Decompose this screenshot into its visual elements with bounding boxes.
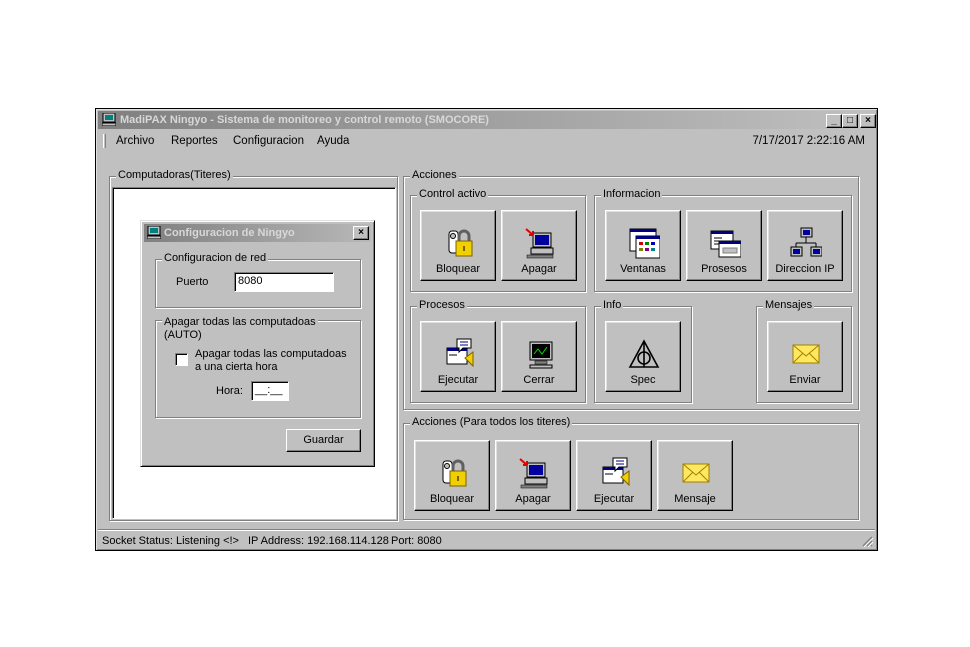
todos-ejecutar-button[interactable]: Ejecutar xyxy=(576,440,652,511)
apagar-group-label-line1: Apagar todas las computadoas xyxy=(164,316,316,328)
procesos-label: Procesos xyxy=(417,299,467,311)
todos-mensaje-button[interactable]: Mensaje xyxy=(657,440,733,511)
title-bar[interactable]: MadiPAX Ningyo - Sistema de monitoreo y … xyxy=(98,111,876,129)
todos-apagar-label: Apagar xyxy=(515,493,551,505)
prosesos-button[interactable]: Prosesos xyxy=(686,210,762,281)
config-dialog: Configuracion de Ningyo × Configuracion … xyxy=(140,220,375,467)
status-bar: Socket Status: Listening <!> IP Address:… xyxy=(98,529,875,549)
envelope-icon xyxy=(682,463,710,483)
lock-icon xyxy=(447,229,474,258)
maximize-button[interactable]: □ xyxy=(842,114,858,128)
resize-grip-icon[interactable] xyxy=(861,535,873,547)
todos-bloquear-button[interactable]: Bloquear xyxy=(414,440,490,511)
app-icon xyxy=(102,113,116,126)
close-program-icon xyxy=(529,341,553,369)
control-activo-label: Control activo xyxy=(417,188,489,200)
ventanas-button[interactable]: Ventanas xyxy=(605,210,681,281)
port-status: Port: 8080 xyxy=(391,535,442,547)
hora-label: Hora: xyxy=(216,385,243,397)
dialog-title-bar[interactable]: Configuracion de Ningyo × xyxy=(144,224,371,242)
auto-shutdown-checkbox[interactable] xyxy=(175,353,188,366)
todos-mensaje-label: Mensaje xyxy=(674,493,716,505)
auto-shutdown-label-line2: a una cierta hora xyxy=(195,361,278,373)
dialog-close-button[interactable]: × xyxy=(353,226,369,240)
bloquear-label: Bloquear xyxy=(435,263,481,275)
todos-bloquear-label: Bloquear xyxy=(429,493,475,505)
auto-shutdown-label-line1: Apagar todas las computadoas xyxy=(195,348,347,360)
red-group-label: Configuracion de red xyxy=(162,252,269,264)
cerrar-label: Cerrar xyxy=(523,374,555,386)
apagar-label: Apagar xyxy=(521,263,557,275)
bloquear-button[interactable]: Bloquear xyxy=(420,210,496,281)
apagar-group-label-line2: (AUTO) xyxy=(164,329,202,341)
run-program-icon xyxy=(446,338,474,367)
auto-shutdown-label: Apagar todas las computadoas a una ciert… xyxy=(195,348,347,374)
menu-grip xyxy=(103,134,106,148)
spec-button[interactable]: Spec xyxy=(605,321,681,392)
close-button[interactable]: × xyxy=(860,114,876,128)
cerrar-button[interactable]: Cerrar xyxy=(501,321,577,392)
prosesos-label: Prosesos xyxy=(701,263,747,275)
shutdown-computer-icon xyxy=(519,458,548,489)
spec-icon xyxy=(629,340,659,368)
menu-reportes[interactable]: Reportes xyxy=(171,135,218,147)
todos-apagar-button[interactable]: Apagar xyxy=(495,440,571,511)
clock: 7/17/2017 2:22:16 AM xyxy=(752,135,865,147)
lock-icon xyxy=(441,459,468,488)
ejecutar-button[interactable]: Ejecutar xyxy=(420,321,496,392)
menu-bar: Archivo Reportes Configuracion Ayuda 7/1… xyxy=(98,131,875,150)
run-program-icon xyxy=(602,457,630,486)
shutdown-computer-icon xyxy=(525,228,554,259)
computadoras-label: Computadoras(Titeres) xyxy=(116,169,233,181)
enviar-label: Enviar xyxy=(789,374,821,386)
ejecutar-label: Ejecutar xyxy=(437,374,479,386)
windows-icon xyxy=(629,228,660,259)
minimize-button[interactable]: _ xyxy=(826,114,842,128)
direccion-ip-label: Direccion IP xyxy=(775,263,835,275)
processes-icon xyxy=(710,230,741,258)
app-icon xyxy=(147,226,161,239)
ip-address: IP Address: 192.168.114.128 xyxy=(248,535,389,547)
dialog-title: Configuracion de Ningyo xyxy=(164,227,295,239)
direccion-ip-button[interactable]: Direccion IP xyxy=(767,210,843,281)
mensajes-label: Mensajes xyxy=(763,299,815,311)
acciones-label: Acciones xyxy=(410,169,459,181)
todos-label: Acciones (Para todos los titeres) xyxy=(410,416,573,428)
informacion-label: Informacion xyxy=(601,188,663,200)
info-label: Info xyxy=(601,299,624,311)
puerto-input[interactable]: 8080 xyxy=(234,272,334,292)
todos-ejecutar-label: Ejecutar xyxy=(593,493,635,505)
puerto-label: Puerto xyxy=(176,276,209,288)
apagar-button[interactable]: Apagar xyxy=(501,210,577,281)
apagar-group-label: Apagar todas las computadoas (AUTO) xyxy=(162,316,318,342)
socket-status: Socket Status: Listening <!> xyxy=(102,535,239,547)
menu-ayuda[interactable]: Ayuda xyxy=(317,135,349,147)
enviar-button[interactable]: Enviar xyxy=(767,321,843,392)
menu-archivo[interactable]: Archivo xyxy=(116,135,154,147)
network-icon xyxy=(790,227,822,257)
menu-configuracion[interactable]: Configuracion xyxy=(233,135,304,147)
spec-label: Spec xyxy=(630,374,656,386)
guardar-button[interactable]: Guardar xyxy=(286,429,361,452)
window-title: MadiPAX Ningyo - Sistema de monitoreo y … xyxy=(120,114,489,126)
ventanas-label: Ventanas xyxy=(620,263,666,275)
envelope-icon xyxy=(792,344,820,364)
hora-input[interactable]: __:__ xyxy=(251,381,289,401)
